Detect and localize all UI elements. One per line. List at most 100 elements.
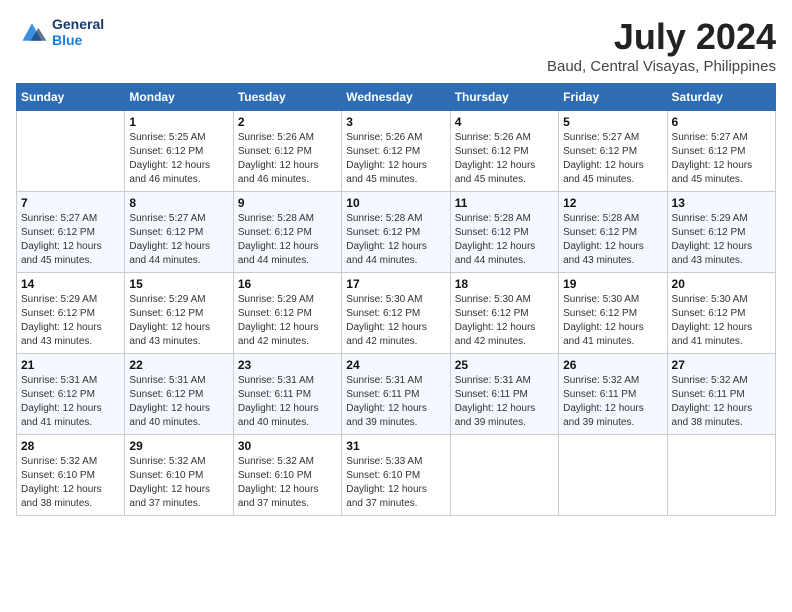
calendar-cell: 7 Sunrise: 5:27 AM Sunset: 6:12 PM Daylig… (17, 192, 125, 273)
day-info: Sunrise: 5:29 AM Sunset: 6:12 PM Dayligh… (238, 293, 337, 349)
logo: General Blue (16, 16, 104, 48)
day-number: 4 (455, 115, 554, 129)
calendar-cell: 27Sunrise: 5:32 AM Sunset: 6:11 PM Dayli… (667, 354, 775, 435)
logo-text: General Blue (52, 16, 104, 48)
calendar-cell (450, 435, 558, 516)
day-info: Sunrise: 5:27 AM Sunset: 6:12 PM Dayligh… (563, 131, 662, 187)
calendar-cell (559, 435, 667, 516)
day-info: Sunrise: 5:31 AM Sunset: 6:11 PM Dayligh… (238, 374, 337, 430)
day-number: 8 (129, 196, 228, 210)
day-info: Sunrise: 5:30 AM Sunset: 6:12 PM Dayligh… (563, 293, 662, 349)
day-number: 22 (129, 358, 228, 372)
day-number: 28 (21, 439, 120, 453)
calendar-cell: 11 Sunrise: 5:28 AM Sunset: 6:12 PM Dayli… (450, 192, 558, 273)
day-info: Sunrise: 5:29 AM Sunset: 6:12 PM Dayligh… (672, 212, 771, 268)
calendar-cell: 29Sunrise: 5:32 AM Sunset: 6:10 PM Dayli… (125, 435, 233, 516)
weekday-header-cell: Friday (559, 84, 667, 111)
day-number: 13 (672, 196, 771, 210)
calendar-cell: 26 Sunrise: 5:32 AM Sunset: 6:11 PM Dayli… (559, 354, 667, 435)
day-number: 16 (238, 277, 337, 291)
logo-icon (16, 18, 48, 46)
calendar-cell: 2 Sunrise: 5:26 AM Sunset: 6:12 PM Daylig… (233, 111, 341, 192)
day-number: 15 (129, 277, 228, 291)
day-info: Sunrise: 5:28 AM Sunset: 6:12 PM Dayligh… (238, 212, 337, 268)
day-info: Sunrise: 5:28 AM Sunset: 6:12 PM Dayligh… (455, 212, 554, 268)
day-number: 21 (21, 358, 120, 372)
day-number: 24 (346, 358, 445, 372)
calendar-cell: 8 Sunrise: 5:27 AM Sunset: 6:12 PM Daylig… (125, 192, 233, 273)
calendar-table: SundayMondayTuesdayWednesdayThursdayFrid… (16, 83, 776, 516)
calendar-cell: 3 Sunrise: 5:26 AM Sunset: 6:12 PM Daylig… (342, 111, 450, 192)
day-number: 5 (563, 115, 662, 129)
calendar-cell: 5 Sunrise: 5:27 AM Sunset: 6:12 PM Daylig… (559, 111, 667, 192)
day-info: Sunrise: 5:30 AM Sunset: 6:12 PM Dayligh… (455, 293, 554, 349)
day-info: Sunrise: 5:29 AM Sunset: 6:12 PM Dayligh… (129, 293, 228, 349)
day-info: Sunrise: 5:28 AM Sunset: 6:12 PM Dayligh… (346, 212, 445, 268)
calendar-week-row: 7 Sunrise: 5:27 AM Sunset: 6:12 PM Daylig… (17, 192, 776, 273)
calendar-cell: 30Sunrise: 5:32 AM Sunset: 6:10 PM Dayli… (233, 435, 341, 516)
calendar-cell: 6 Sunrise: 5:27 AM Sunset: 6:12 PM Daylig… (667, 111, 775, 192)
weekday-header-cell: Sunday (17, 84, 125, 111)
day-number: 9 (238, 196, 337, 210)
day-info: Sunrise: 5:31 AM Sunset: 6:11 PM Dayligh… (346, 374, 445, 430)
calendar-cell: 23 Sunrise: 5:31 AM Sunset: 6:11 PM Dayli… (233, 354, 341, 435)
day-number: 2 (238, 115, 337, 129)
day-info: Sunrise: 5:26 AM Sunset: 6:12 PM Dayligh… (238, 131, 337, 187)
weekday-header-row: SundayMondayTuesdayWednesdayThursdayFrid… (17, 84, 776, 111)
title-area: July 2024 Baud, Central Visayas, Philipp… (547, 16, 776, 75)
day-info: Sunrise: 5:30 AM Sunset: 6:12 PM Dayligh… (672, 293, 771, 349)
day-number: 17 (346, 277, 445, 291)
day-number: 18 (455, 277, 554, 291)
day-info: Sunrise: 5:25 AM Sunset: 6:12 PM Dayligh… (129, 131, 228, 187)
day-number: 19 (563, 277, 662, 291)
calendar-cell: 16 Sunrise: 5:29 AM Sunset: 6:12 PM Dayli… (233, 273, 341, 354)
calendar-cell: 20Sunrise: 5:30 AM Sunset: 6:12 PM Dayli… (667, 273, 775, 354)
calendar-cell: 9 Sunrise: 5:28 AM Sunset: 6:12 PM Daylig… (233, 192, 341, 273)
day-number: 25 (455, 358, 554, 372)
day-number: 3 (346, 115, 445, 129)
calendar-cell: 28 Sunrise: 5:32 AM Sunset: 6:10 PM Dayli… (17, 435, 125, 516)
day-info: Sunrise: 5:33 AM Sunset: 6:10 PM Dayligh… (346, 455, 445, 511)
calendar-cell: 25Sunrise: 5:31 AM Sunset: 6:11 PM Dayli… (450, 354, 558, 435)
day-number: 27 (672, 358, 771, 372)
weekday-header-cell: Saturday (667, 84, 775, 111)
calendar-week-row: 21Sunrise: 5:31 AM Sunset: 6:12 PM Dayli… (17, 354, 776, 435)
calendar-cell: 14Sunrise: 5:29 AM Sunset: 6:12 PM Dayli… (17, 273, 125, 354)
calendar-cell: 31 Sunrise: 5:33 AM Sunset: 6:10 PM Dayli… (342, 435, 450, 516)
calendar-cell: 12 Sunrise: 5:28 AM Sunset: 6:12 PM Dayli… (559, 192, 667, 273)
header: General Blue July 2024 Baud, Central Vis… (16, 16, 776, 75)
calendar-cell (17, 111, 125, 192)
weekday-header-cell: Thursday (450, 84, 558, 111)
calendar-week-row: 14Sunrise: 5:29 AM Sunset: 6:12 PM Dayli… (17, 273, 776, 354)
day-number: 10 (346, 196, 445, 210)
calendar-cell: 22Sunrise: 5:31 AM Sunset: 6:12 PM Dayli… (125, 354, 233, 435)
day-info: Sunrise: 5:28 AM Sunset: 6:12 PM Dayligh… (563, 212, 662, 268)
calendar-cell (667, 435, 775, 516)
calendar-subtitle: Baud, Central Visayas, Philippines (547, 58, 776, 75)
day-info: Sunrise: 5:27 AM Sunset: 6:12 PM Dayligh… (672, 131, 771, 187)
day-number: 1 (129, 115, 228, 129)
day-info: Sunrise: 5:32 AM Sunset: 6:11 PM Dayligh… (563, 374, 662, 430)
calendar-cell: 15 Sunrise: 5:29 AM Sunset: 6:12 PM Dayli… (125, 273, 233, 354)
day-info: Sunrise: 5:29 AM Sunset: 6:12 PM Dayligh… (21, 293, 120, 349)
calendar-cell: 4Sunrise: 5:26 AM Sunset: 6:12 PM Daylig… (450, 111, 558, 192)
day-number: 29 (129, 439, 228, 453)
day-number: 6 (672, 115, 771, 129)
calendar-cell: 17Sunrise: 5:30 AM Sunset: 6:12 PM Dayli… (342, 273, 450, 354)
day-info: Sunrise: 5:27 AM Sunset: 6:12 PM Dayligh… (129, 212, 228, 268)
weekday-header-cell: Wednesday (342, 84, 450, 111)
calendar-cell: 19 Sunrise: 5:30 AM Sunset: 6:12 PM Dayli… (559, 273, 667, 354)
day-number: 11 (455, 196, 554, 210)
weekday-header-cell: Tuesday (233, 84, 341, 111)
day-number: 7 (21, 196, 120, 210)
day-number: 31 (346, 439, 445, 453)
day-info: Sunrise: 5:32 AM Sunset: 6:10 PM Dayligh… (21, 455, 120, 511)
day-number: 26 (563, 358, 662, 372)
day-number: 23 (238, 358, 337, 372)
day-info: Sunrise: 5:27 AM Sunset: 6:12 PM Dayligh… (21, 212, 120, 268)
calendar-cell: 18 Sunrise: 5:30 AM Sunset: 6:12 PM Dayli… (450, 273, 558, 354)
day-number: 30 (238, 439, 337, 453)
weekday-header-cell: Monday (125, 84, 233, 111)
day-info: Sunrise: 5:26 AM Sunset: 6:12 PM Dayligh… (346, 131, 445, 187)
day-number: 12 (563, 196, 662, 210)
